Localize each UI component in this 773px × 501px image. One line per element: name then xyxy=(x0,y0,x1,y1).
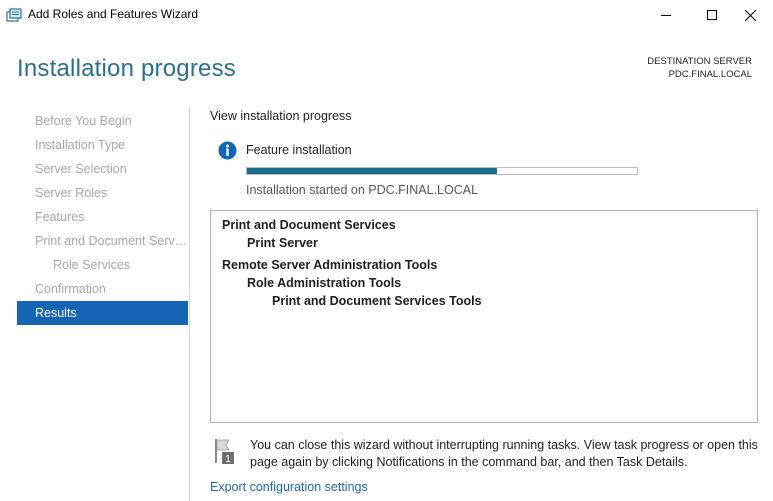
minimize-button[interactable] xyxy=(643,0,689,30)
export-configuration-link[interactable]: Export configuration settings xyxy=(210,480,368,494)
result-item: Print and Document Services Tools xyxy=(272,294,482,308)
step-features[interactable]: Features xyxy=(17,205,188,229)
close-wizard-note: You can close this wizard without interr… xyxy=(250,438,758,469)
maximize-icon xyxy=(707,10,717,20)
close-icon xyxy=(744,9,756,21)
feature-installation-label: Feature installation xyxy=(246,143,352,157)
destination-server-name: PDC.FINAL.LOCAL xyxy=(668,69,752,80)
section-heading: View installation progress xyxy=(210,109,352,123)
installation-progress-bar xyxy=(246,167,638,175)
result-item: Print and Document Services xyxy=(222,218,396,232)
page-title: Installation progress xyxy=(17,55,236,82)
wizard-steps-sidebar: Before You Begin Installation Type Serve… xyxy=(17,109,188,325)
step-results[interactable]: Results xyxy=(17,301,188,325)
flag-badge-number: 1 xyxy=(225,454,231,465)
sidebar-divider xyxy=(189,108,190,501)
step-role-services[interactable]: Role Services xyxy=(17,253,188,277)
destination-server-label: DESTINATION SERVER PDC.FINAL.LOCAL xyxy=(647,55,752,81)
step-print-and-document-services[interactable]: Print and Document Services xyxy=(17,229,188,253)
step-server-roles[interactable]: Server Roles xyxy=(17,181,188,205)
info-icon xyxy=(218,141,237,160)
result-item: Remote Server Administration Tools xyxy=(222,258,438,272)
step-server-selection[interactable]: Server Selection xyxy=(17,157,188,181)
result-item: Role Administration Tools xyxy=(247,276,402,290)
step-installation-type[interactable]: Installation Type xyxy=(17,133,188,157)
step-before-you-begin[interactable]: Before You Begin xyxy=(17,109,188,133)
installation-results-list[interactable]: Print and Document Services Print Server… xyxy=(210,210,758,423)
progress-bar-fill xyxy=(247,168,497,174)
destination-label: DESTINATION SERVER xyxy=(647,56,752,67)
result-item: Print Server xyxy=(247,236,318,250)
step-confirmation[interactable]: Confirmation xyxy=(17,277,188,301)
window-title: Add Roles and Features Wizard xyxy=(28,7,199,21)
notification-flag-icon: 1 xyxy=(213,437,237,465)
close-button[interactable] xyxy=(727,0,773,30)
wizard-icon xyxy=(6,7,22,23)
minimize-icon xyxy=(661,15,671,16)
installation-status-text: Installation started on PDC.FINAL.LOCAL xyxy=(246,183,479,197)
title-bar: Add Roles and Features Wizard xyxy=(0,0,773,30)
